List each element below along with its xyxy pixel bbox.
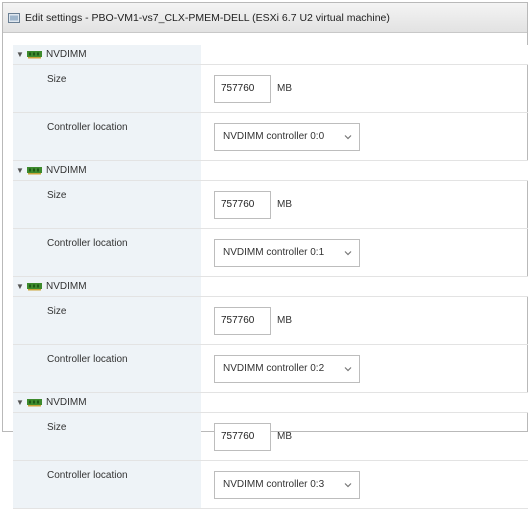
controller-row: Controller location NVDIMM controller 0:… <box>13 345 528 393</box>
size-unit: MB <box>277 199 292 210</box>
nvdimm-section: ▼ NVDIMM Size MB Controller location <box>13 45 528 161</box>
nvdimm-section-label: NVDIMM <box>46 165 87 176</box>
controller-select-value: NVDIMM controller 0:2 <box>223 363 325 374</box>
nvdimm-section: ▼ NVDIMM Size MB Controller location <box>13 277 528 393</box>
nvdimm-section-header[interactable]: ▼ NVDIMM <box>13 277 528 297</box>
nvdimm-section-label: NVDIMM <box>46 397 87 408</box>
controller-label: Controller location <box>13 461 201 508</box>
caret-down-icon[interactable]: ▼ <box>15 282 25 291</box>
nvdimm-icon <box>27 283 42 291</box>
caret-down-icon[interactable]: ▼ <box>15 166 25 175</box>
edit-settings-dialog: Edit settings - PBO-VM1-vs7_CLX-PMEM-DEL… <box>2 2 528 509</box>
size-input[interactable] <box>214 190 271 219</box>
size-row: Size MB <box>13 297 528 345</box>
dialog-title: Edit settings - PBO-VM1-vs7_CLX-PMEM-DEL… <box>25 11 390 24</box>
size-unit: MB <box>277 83 292 94</box>
chevron-down-icon <box>344 482 352 487</box>
controller-select[interactable]: NVDIMM controller 0:2 <box>214 354 360 383</box>
size-label: Size <box>13 297 201 344</box>
size-input[interactable] <box>214 74 271 103</box>
nvdimm-section-header[interactable]: ▼ NVDIMM <box>13 393 528 413</box>
controller-row: Controller location NVDIMM controller 0:… <box>13 113 528 161</box>
size-label: Size <box>13 181 201 228</box>
controller-label: Controller location <box>13 345 201 392</box>
size-row: Size MB <box>13 413 528 461</box>
nvdimm-icon <box>27 51 42 59</box>
size-label: Size <box>13 65 201 112</box>
nvdimm-section-label: NVDIMM <box>46 281 87 292</box>
chevron-down-icon <box>344 250 352 255</box>
controller-select-value: NVDIMM controller 0:0 <box>223 131 325 142</box>
size-input[interactable] <box>214 422 271 451</box>
controller-label: Controller location <box>13 229 201 276</box>
controller-label: Controller location <box>13 113 201 160</box>
dialog-titlebar: Edit settings - PBO-VM1-vs7_CLX-PMEM-DEL… <box>3 3 527 33</box>
settings-body: ▼ NVDIMM Size MB Controller location <box>3 33 528 509</box>
caret-down-icon[interactable]: ▼ <box>15 50 25 59</box>
controller-select[interactable]: NVDIMM controller 0:3 <box>214 470 360 499</box>
nvdimm-section: ▼ NVDIMM Size MB Controller location <box>13 393 528 509</box>
size-label: Size <box>13 413 201 460</box>
size-unit: MB <box>277 315 292 326</box>
caret-down-icon[interactable]: ▼ <box>15 398 25 407</box>
chevron-down-icon <box>344 366 352 371</box>
nvdimm-section-header[interactable]: ▼ NVDIMM <box>13 161 528 181</box>
controller-row: Controller location NVDIMM controller 0:… <box>13 229 528 277</box>
size-row: Size MB <box>13 65 528 113</box>
size-unit: MB <box>277 431 292 442</box>
nvdimm-section-header[interactable]: ▼ NVDIMM <box>13 45 528 65</box>
controller-select[interactable]: NVDIMM controller 0:1 <box>214 238 360 267</box>
vm-settings-icon <box>8 12 20 24</box>
size-row: Size MB <box>13 181 528 229</box>
nvdimm-section-label: NVDIMM <box>46 49 87 60</box>
nvdimm-section: ▼ NVDIMM Size MB Controller location <box>13 161 528 277</box>
controller-select[interactable]: NVDIMM controller 0:0 <box>214 122 360 151</box>
nvdimm-icon <box>27 399 42 407</box>
nvdimm-icon <box>27 167 42 175</box>
controller-select-value: NVDIMM controller 0:3 <box>223 479 325 490</box>
chevron-down-icon <box>344 134 352 139</box>
controller-row: Controller location NVDIMM controller 0:… <box>13 461 528 509</box>
size-input[interactable] <box>214 306 271 335</box>
controller-select-value: NVDIMM controller 0:1 <box>223 247 325 258</box>
